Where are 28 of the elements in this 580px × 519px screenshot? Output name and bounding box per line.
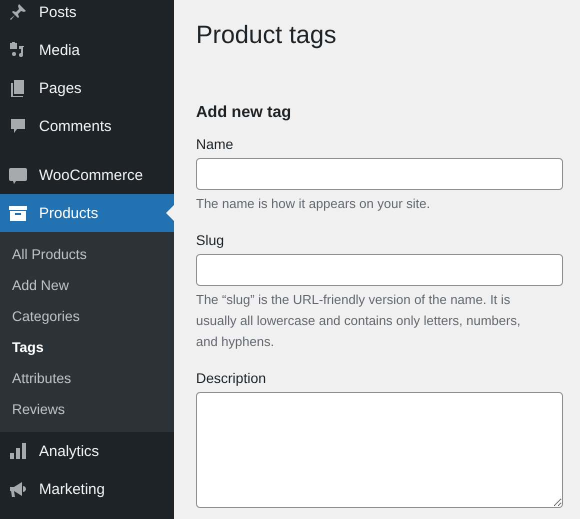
- sidebar-item[interactable]: Products: [0, 194, 174, 232]
- sidebar-item[interactable]: Pages: [0, 69, 174, 107]
- field-label: Description: [196, 369, 268, 387]
- sidebar-item[interactable]: Media: [0, 31, 174, 69]
- sidebar-item[interactable]: WooCommerce: [0, 156, 174, 194]
- megaphone-icon: [8, 479, 28, 499]
- page-title: Product tags: [196, 20, 338, 50]
- help-text: The “slug” is the URL-friendly version of the name. It is usually all lowercase and contains only letters, numbers, and hyphens.: [196, 291, 522, 351]
- text-input[interactable]: [196, 254, 563, 286]
- submenu-item[interactable]: Tags: [0, 332, 174, 363]
- bar-chart-icon: [8, 441, 28, 461]
- field-label: Name: [196, 135, 234, 153]
- pin-icon: [8, 2, 28, 22]
- sidebar-item[interactable]: Comments: [0, 107, 174, 145]
- text-input[interactable]: [196, 158, 563, 190]
- sidebar-item[interactable]: Marketing: [0, 470, 174, 508]
- submenu-item[interactable]: Attributes: [0, 363, 174, 394]
- submenu-item[interactable]: Categories: [0, 301, 174, 332]
- textarea-field[interactable]: [196, 392, 563, 508]
- box-icon: [8, 203, 28, 223]
- submenu-item[interactable]: All Products: [0, 239, 174, 270]
- submenu-item[interactable]: Reviews: [0, 394, 174, 425]
- sidebar-item[interactable]: Analytics: [0, 432, 174, 470]
- form-heading: Add new tag: [196, 103, 292, 123]
- submenu-item[interactable]: Add New: [0, 270, 174, 301]
- field-label: Slug: [196, 231, 226, 249]
- sidebar-item[interactable]: Posts: [0, 0, 174, 31]
- help-text: The name is how it appears on your site.: [196, 195, 432, 213]
